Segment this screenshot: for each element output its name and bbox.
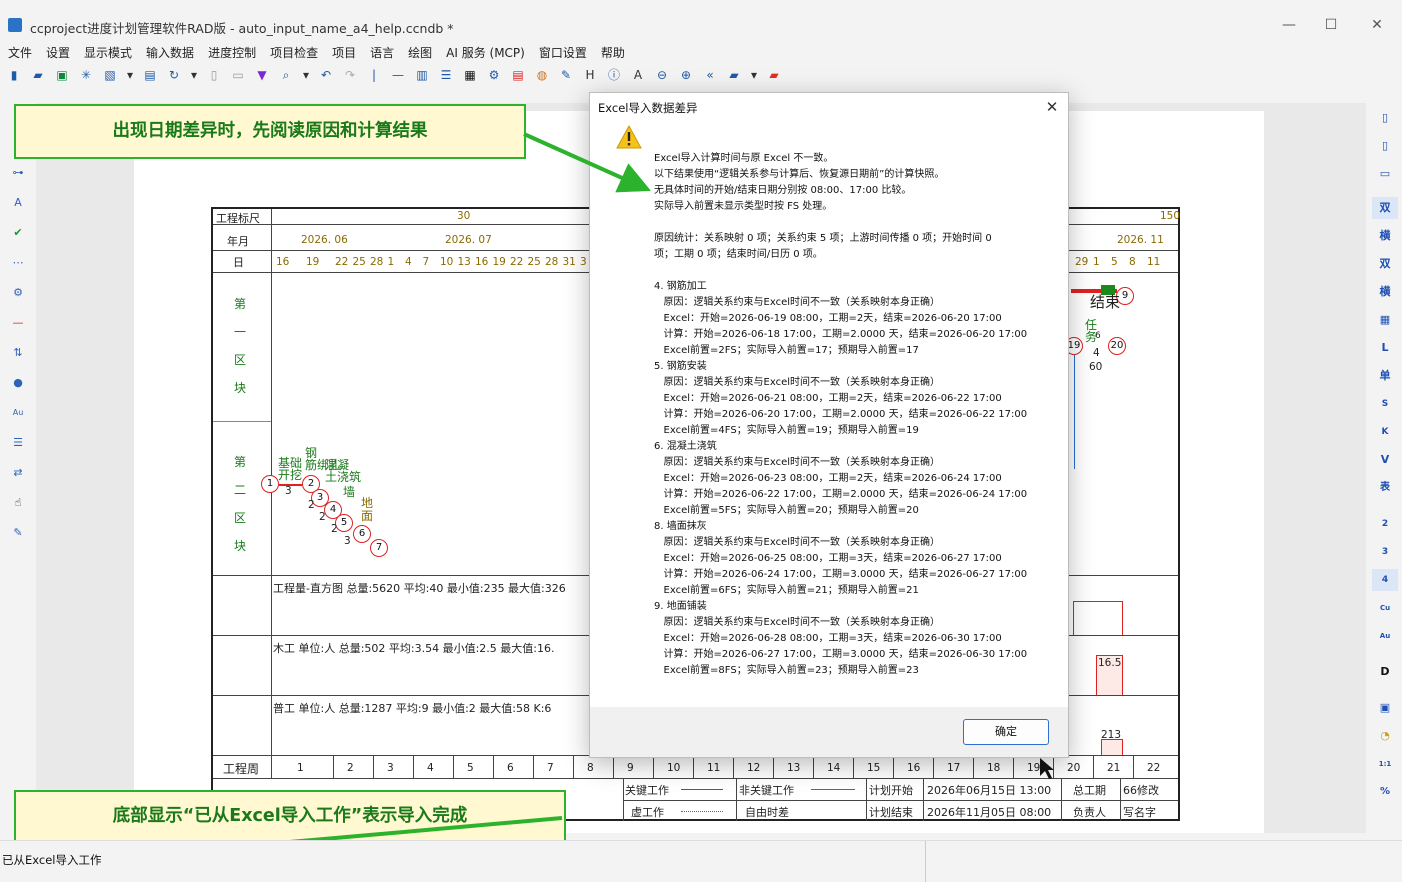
- arrow-to-dialog: [523, 132, 651, 193]
- status-bar: 已从Excel导入工作: [0, 840, 1402, 882]
- mouse-cursor-icon: [1040, 758, 1054, 779]
- annotation-arrows: [96, 132, 1054, 873]
- status-separator: [925, 841, 926, 882]
- status-text: 已从Excel导入工作: [2, 853, 102, 867]
